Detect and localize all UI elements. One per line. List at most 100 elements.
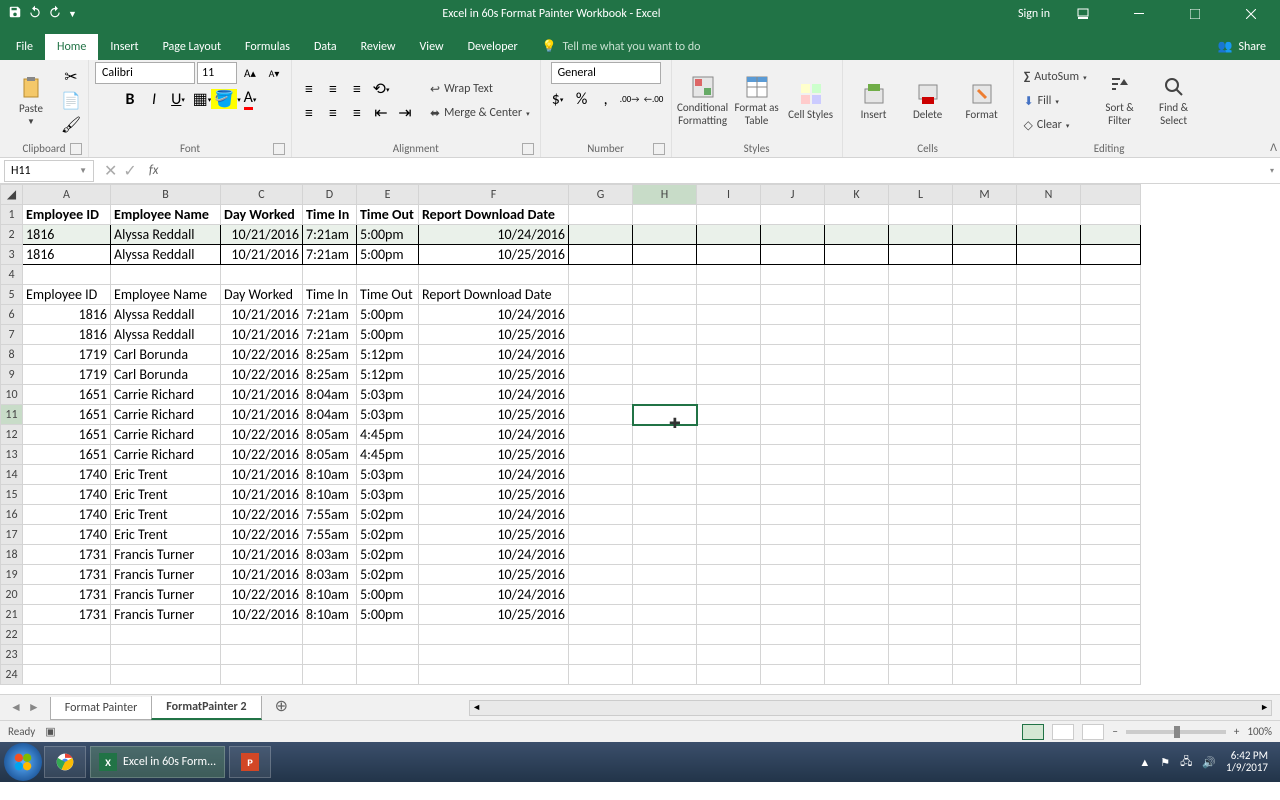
row-header-5[interactable]: 5 — [1, 285, 23, 305]
cell-styles-button[interactable]: Cell Styles — [786, 68, 836, 134]
cell[interactable]: 10/24/2016 — [419, 505, 569, 525]
start-button[interactable] — [4, 743, 42, 781]
sheet-nav-prev-icon[interactable]: ◄ — [10, 700, 22, 715]
cell[interactable]: 10/25/2016 — [419, 365, 569, 385]
qat-dropdown-icon[interactable]: ▼ — [68, 9, 77, 20]
row-header-11[interactable]: 11 — [1, 405, 23, 425]
cell[interactable] — [569, 525, 633, 545]
cell[interactable] — [1017, 545, 1081, 565]
cell[interactable]: 1816 — [23, 325, 111, 345]
conditional-formatting-button[interactable]: Conditional Formatting — [678, 68, 728, 134]
tab-insert[interactable]: Insert — [98, 34, 150, 60]
cell[interactable] — [1017, 405, 1081, 425]
cell[interactable]: 5:00pm — [357, 585, 419, 605]
cell[interactable] — [633, 445, 697, 465]
cell[interactable] — [953, 525, 1017, 545]
tab-view[interactable]: View — [408, 34, 456, 60]
cell[interactable] — [1017, 325, 1081, 345]
number-format-combo[interactable] — [551, 62, 661, 84]
decrease-decimal-icon[interactable]: ←.00 — [643, 88, 665, 110]
spreadsheet-grid[interactable]: ◢ABCDEFGHIJKLMN1Employee IDEmployee Name… — [0, 184, 1280, 694]
cell[interactable]: 10/22/2016 — [221, 365, 303, 385]
cell[interactable] — [953, 205, 1017, 225]
cell[interactable] — [221, 665, 303, 685]
cell[interactable] — [761, 385, 825, 405]
cell[interactable] — [825, 605, 889, 625]
cell[interactable]: 10/25/2016 — [419, 405, 569, 425]
cell[interactable] — [633, 505, 697, 525]
row-header-16[interactable]: 16 — [1, 505, 23, 525]
cell[interactable] — [419, 265, 569, 285]
cell[interactable] — [761, 485, 825, 505]
tab-formulas[interactable]: Formulas — [233, 34, 302, 60]
row-header-8[interactable]: 8 — [1, 345, 23, 365]
zoom-slider[interactable] — [1126, 730, 1226, 734]
cell[interactable]: 1651 — [23, 385, 111, 405]
cell[interactable]: Carrie Richard — [111, 445, 221, 465]
cell[interactable] — [889, 345, 953, 365]
new-sheet-button[interactable]: ⊕ — [261, 692, 302, 720]
cell[interactable] — [697, 505, 761, 525]
col-header-E[interactable]: E — [357, 185, 419, 205]
cell[interactable]: 1816 — [23, 245, 111, 265]
taskbar-powerpoint[interactable]: P — [229, 746, 271, 778]
fill-button[interactable]: ⬇Fill▾ — [1020, 90, 1091, 112]
cell[interactable]: Francis Turner — [111, 545, 221, 565]
cell[interactable] — [761, 345, 825, 365]
cell[interactable] — [633, 345, 697, 365]
cell[interactable] — [761, 505, 825, 525]
font-color-button[interactable]: A▾ — [239, 88, 261, 110]
number-launcher[interactable] — [653, 143, 665, 155]
cell[interactable]: 10/24/2016 — [419, 305, 569, 325]
cell[interactable] — [569, 385, 633, 405]
col-header-H[interactable]: H — [633, 185, 697, 205]
row-header-14[interactable]: 14 — [1, 465, 23, 485]
cell[interactable] — [889, 665, 953, 685]
cell[interactable]: 7:21am — [303, 225, 357, 245]
cell[interactable] — [953, 505, 1017, 525]
cell[interactable] — [697, 225, 761, 245]
cell[interactable]: Time In — [303, 285, 357, 305]
col-header-C[interactable]: C — [221, 185, 303, 205]
cell[interactable] — [303, 665, 357, 685]
cell[interactable]: 5:12pm — [357, 365, 419, 385]
cell[interactable]: Alyssa Reddall — [111, 225, 221, 245]
row-header-24[interactable]: 24 — [1, 665, 23, 685]
cell[interactable]: 10/22/2016 — [221, 445, 303, 465]
cell[interactable] — [953, 545, 1017, 565]
cell[interactable]: 10/22/2016 — [221, 505, 303, 525]
cell[interactable] — [761, 325, 825, 345]
cell[interactable] — [761, 625, 825, 645]
cell[interactable] — [953, 385, 1017, 405]
cell[interactable]: 8:04am — [303, 405, 357, 425]
cell[interactable] — [1017, 445, 1081, 465]
cell[interactable] — [761, 585, 825, 605]
row-header-1[interactable]: 1 — [1, 205, 23, 225]
cell[interactable] — [23, 265, 111, 285]
cell[interactable] — [825, 245, 889, 265]
cell[interactable] — [953, 585, 1017, 605]
cell[interactable] — [825, 405, 889, 425]
signin-link[interactable]: Sign in — [1018, 7, 1050, 21]
clipboard-launcher[interactable] — [70, 143, 82, 155]
tray-flag-icon[interactable]: ⚑ — [1160, 756, 1170, 769]
cell[interactable] — [1017, 525, 1081, 545]
cell[interactable]: Eric Trent — [111, 525, 221, 545]
cell[interactable]: Time Out — [357, 285, 419, 305]
cell[interactable] — [825, 505, 889, 525]
cell[interactable] — [697, 405, 761, 425]
cell[interactable] — [633, 545, 697, 565]
cell[interactable]: 1731 — [23, 585, 111, 605]
cell[interactable] — [697, 645, 761, 665]
cell[interactable]: 5:03pm — [357, 385, 419, 405]
cell[interactable]: 10/25/2016 — [419, 445, 569, 465]
cell[interactable] — [825, 445, 889, 465]
cell[interactable] — [889, 225, 953, 245]
col-header-K[interactable]: K — [825, 185, 889, 205]
cell[interactable]: 1740 — [23, 465, 111, 485]
cell[interactable] — [633, 665, 697, 685]
cell[interactable] — [825, 645, 889, 665]
cell[interactable]: 10/21/2016 — [221, 305, 303, 325]
cell[interactable] — [697, 585, 761, 605]
col-header-M[interactable]: M — [953, 185, 1017, 205]
